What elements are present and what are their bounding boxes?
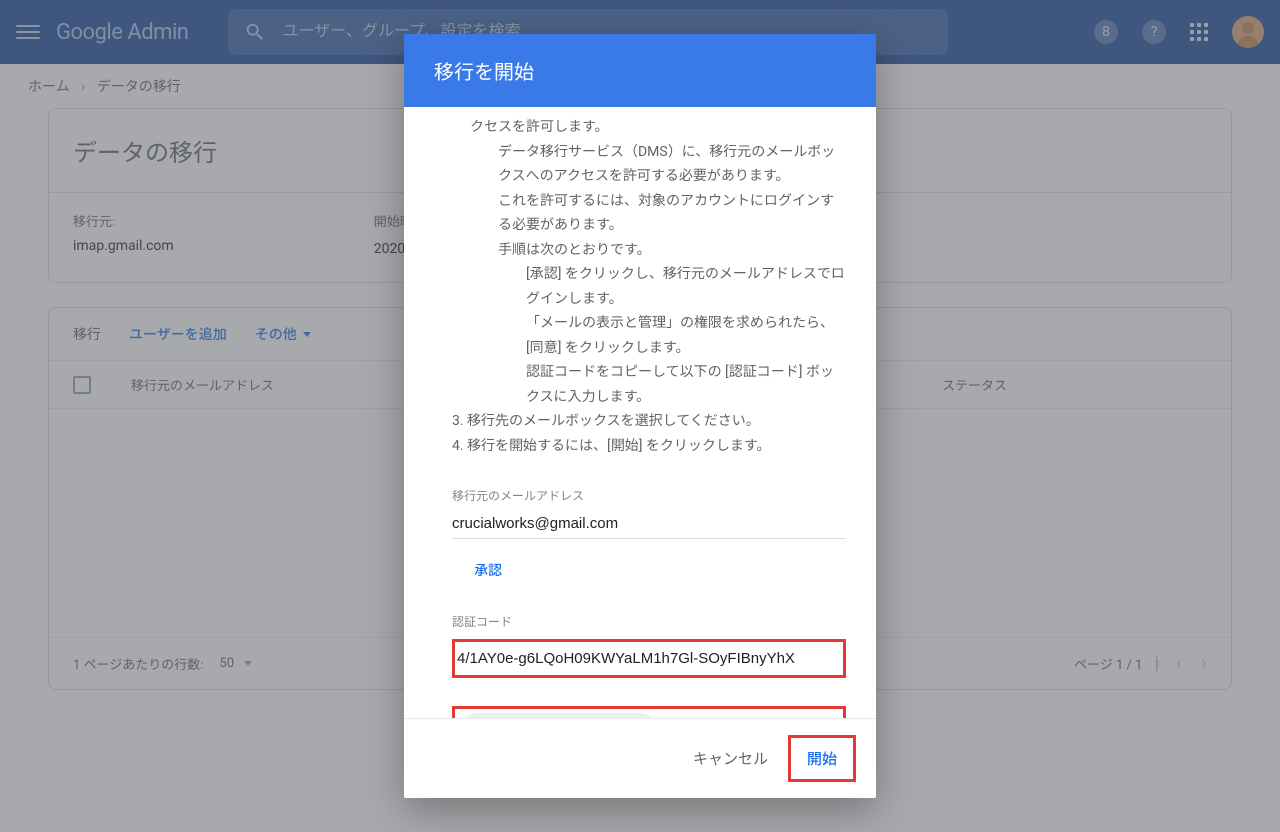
start-button[interactable]: 開始 [793, 740, 851, 777]
source-email-input[interactable] [452, 509, 846, 539]
instruction-text: 3. 移行先のメールボックスを選択してください。 [452, 409, 846, 434]
auth-code-input[interactable] [457, 644, 841, 673]
dialog-title: 移行を開始 [404, 34, 876, 107]
instruction-text: [承認] をクリックし、移行元のメールアドレスでログインします。 [526, 262, 846, 311]
start-migration-dialog: 移行を開始 クセスを許可します。 データ移行サービス（DMS）に、移行元のメール… [404, 34, 876, 798]
instruction-text: 4. 移行を開始するには、[開始] をクリックします。 [452, 434, 846, 459]
approve-button[interactable]: 承認 [474, 559, 502, 584]
instruction-text: クセスを許可します。 [470, 115, 846, 140]
recipient-chip[interactable]: Akira <a.sato@gtest.jp> ✕ [461, 713, 656, 719]
instruction-text: 認証コードをコピーして以下の [認証コード] ボックスに入力します。 [526, 360, 846, 409]
email-label: 移行元のメールアドレス [452, 486, 846, 507]
modal-overlay: 移行を開始 クセスを許可します。 データ移行サービス（DMS）に、移行元のメール… [0, 0, 1280, 832]
instruction-text: データ移行サービス（DMS）に、移行元のメールボックスへのアクセスを許可する必要… [498, 140, 846, 189]
auth-code-label: 認証コード [452, 612, 846, 633]
instruction-text: これを許可するには、対象のアカウントにログインする必要があります。 [498, 189, 846, 238]
cancel-button[interactable]: キャンセル [677, 738, 784, 779]
instruction-text: 手順は次のとおりです。 [498, 238, 846, 263]
chip-label: Akira <a.sato@gtest.jp> [475, 718, 622, 719]
instruction-text: 「メールの表示と管理」の権限を求められたら、[同意] をクリックします。 [526, 311, 846, 360]
